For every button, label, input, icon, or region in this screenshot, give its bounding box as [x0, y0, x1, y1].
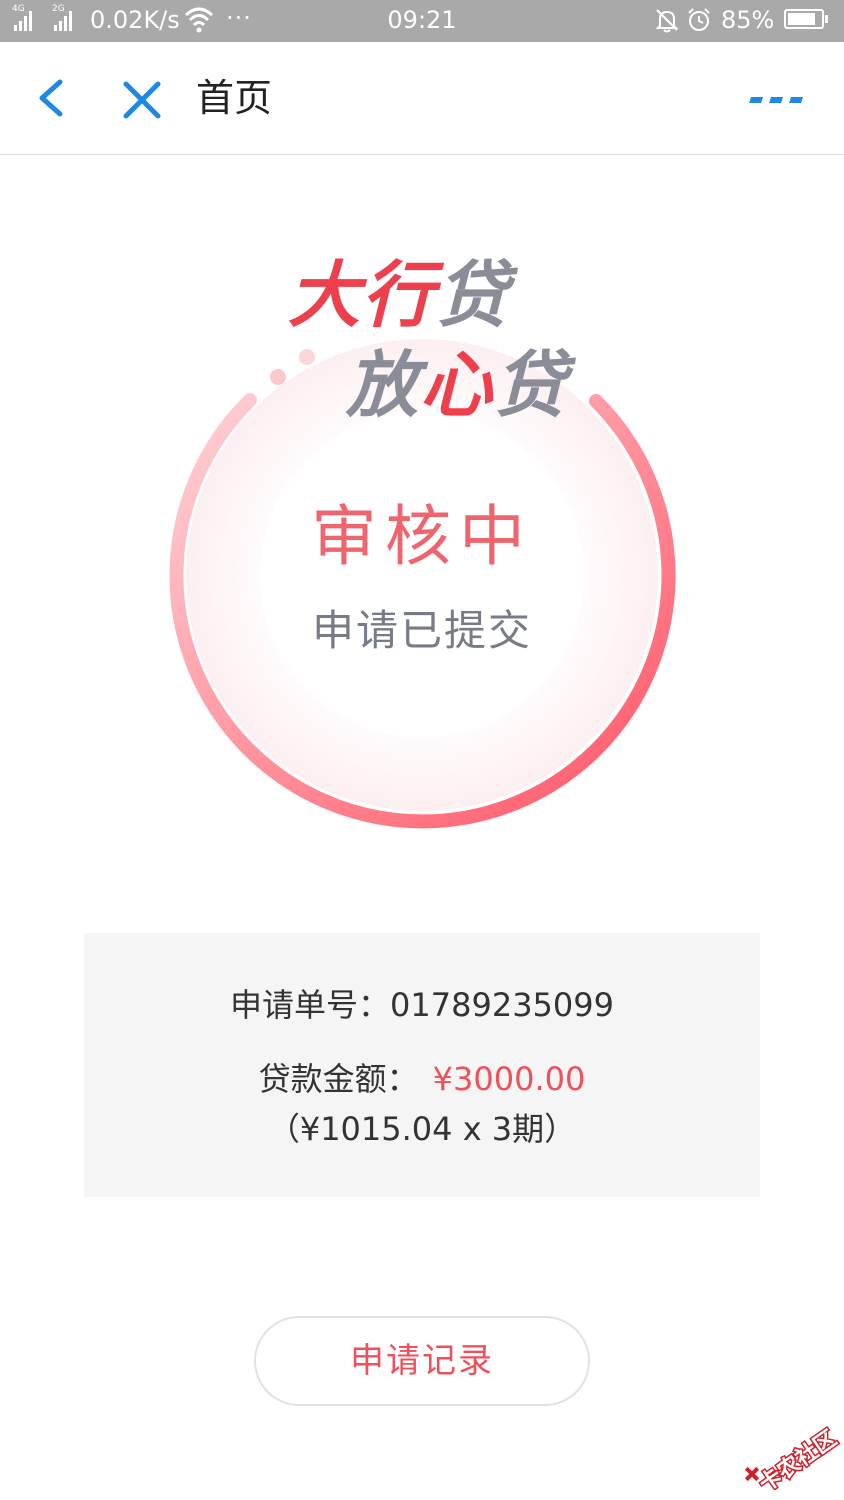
more-menu-icon[interactable] — [748, 88, 808, 112]
page-title: 首页 — [196, 76, 273, 120]
brand-slogan-line2: 放心贷 — [346, 343, 569, 427]
ring-dot-small — [270, 369, 286, 385]
battery-icon — [784, 9, 828, 29]
review-substatus: 申请已提交 — [311, 606, 532, 655]
order-number-label: 申请单号： — [230, 986, 391, 1024]
ring-dot-large — [299, 349, 315, 365]
status-bar: 4G 2G 0.02K/s ··· 09:21 85% — [0, 0, 844, 42]
order-number-row: 申请单号：01789235099 — [84, 983, 760, 1027]
back-arrow-icon[interactable] — [30, 76, 74, 120]
loan-amount-label: 贷款金额： — [258, 1060, 419, 1098]
watermark-logo: 卡农社区 — [744, 1424, 842, 1490]
installment-detail: （¥1015.04 x 3期） — [267, 1110, 577, 1148]
svg-text:卡农社区: 卡农社区 — [754, 1425, 840, 1490]
application-records-button[interactable]: 申请记录 — [254, 1316, 590, 1406]
application-info-card: 申请单号：01789235099 贷款金额： ¥3000.00 （¥1015.04… — [84, 933, 760, 1197]
order-number-value: 01789235099 — [390, 986, 614, 1024]
alarm-icon — [688, 8, 710, 31]
clock: 09:21 — [387, 6, 457, 34]
close-icon[interactable] — [118, 76, 166, 124]
battery-fill — [788, 13, 816, 25]
brand-slogan-line1: 大行贷 — [288, 253, 511, 337]
loan-amount-value: ¥3000.00 — [432, 1060, 586, 1098]
nav-bar: 首页 — [0, 42, 844, 155]
silent-bell-icon — [655, 9, 679, 33]
review-status-hero: 大行贷 放心贷 审核中 申请已提交 — [0, 155, 844, 915]
battery-percent: 85% — [721, 6, 775, 34]
loan-amount-row: 贷款金额： ¥3000.00 — [84, 1057, 760, 1101]
review-status: 审核中 — [311, 498, 533, 575]
